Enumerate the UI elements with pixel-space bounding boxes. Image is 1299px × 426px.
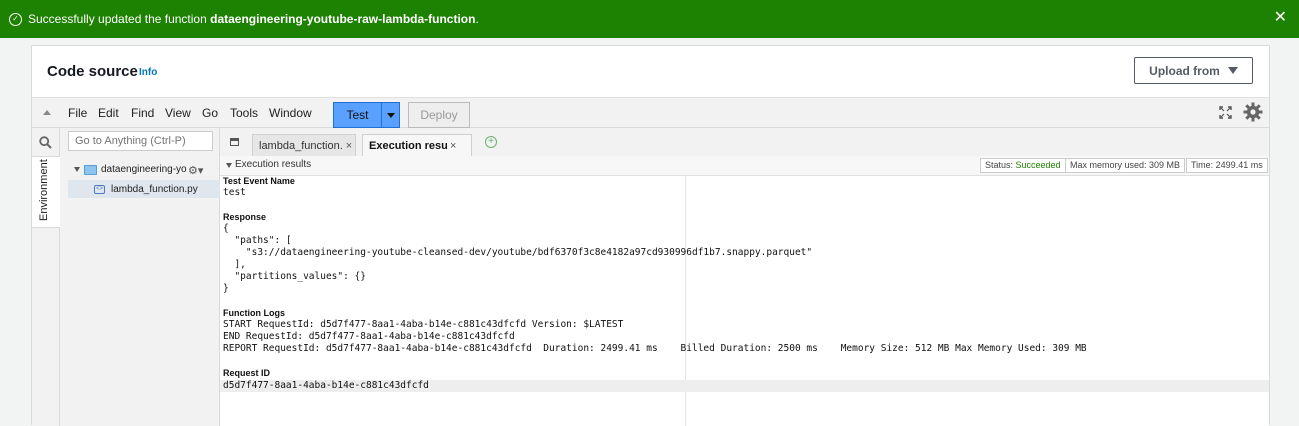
request-id-label: Request ID xyxy=(223,368,271,378)
status-badge: Status: Succeeded xyxy=(980,158,1066,173)
results-header: Execution results Status: Succeeded Max … xyxy=(220,156,1269,176)
log-line: REPORT RequestId: d5d7f477-8aa1-4aba-b14… xyxy=(223,343,1087,354)
test-button-label: Test xyxy=(334,103,382,127)
expand-arrow-icon[interactable] xyxy=(74,167,80,172)
caret-down-icon xyxy=(1227,67,1238,74)
close-tab-icon[interactable]: × xyxy=(450,140,456,152)
fullscreen-icon[interactable] xyxy=(1219,106,1232,119)
banner-message: Successfully updated the function dataen… xyxy=(28,12,479,26)
response-line: "s3://dataengineering-youtube-cleansed-d… xyxy=(223,247,813,258)
folder-name: dataengineering-yo xyxy=(101,164,187,175)
results-body: Test Event Name test Response { "paths":… xyxy=(220,176,1269,426)
caret-down-icon xyxy=(386,112,395,118)
collapse-icon[interactable] xyxy=(43,110,51,115)
menu-view[interactable]: View xyxy=(165,106,191,120)
close-tab-icon[interactable]: × xyxy=(346,140,352,152)
response-line: "partitions_values": {} xyxy=(223,271,366,282)
function-logs-label: Function Logs xyxy=(223,308,285,318)
close-icon[interactable]: ✕ xyxy=(1274,10,1287,26)
file-item[interactable]: <> lambda_function.py xyxy=(68,180,220,198)
tab-lambda-function[interactable]: lambda_function. × xyxy=(252,134,356,156)
ide-menubar: File Edit Find View Go Tools Window Test… xyxy=(32,97,1269,128)
response-label: Response xyxy=(223,212,267,222)
menu-window[interactable]: Window xyxy=(269,106,312,120)
search-icon[interactable] xyxy=(39,136,52,149)
status-label: Status: xyxy=(985,160,1016,170)
add-tab-icon[interactable]: + xyxy=(485,136,497,148)
upload-from-label: Upload from xyxy=(1149,63,1220,78)
test-event-value: test xyxy=(223,187,246,198)
banner-message-suffix: . xyxy=(475,12,479,26)
info-link[interactable]: Info xyxy=(139,67,157,78)
log-line: START RequestId: d5d7f477-8aa1-4aba-b14e… xyxy=(223,319,624,330)
menu-file[interactable]: File xyxy=(68,106,87,120)
max-memory-badge: Max memory used: 309 MB xyxy=(1065,158,1186,173)
editor-tabbar: lambda_function.× Execution results× + xyxy=(220,128,1269,156)
environment-tab-label: Environment xyxy=(38,159,50,221)
tab-label: Execution results xyxy=(369,139,447,152)
menu-find[interactable]: Find xyxy=(131,106,154,120)
page-title: Code source xyxy=(47,63,138,80)
left-rail: Environment xyxy=(32,128,60,426)
panel-header: Code source Info Upload from xyxy=(32,46,1269,97)
test-dropdown[interactable] xyxy=(382,103,399,127)
file-name: lambda_function.py xyxy=(111,183,198,195)
response-line: "paths": [ xyxy=(223,235,292,246)
gear-icon[interactable] xyxy=(1243,102,1263,122)
success-banner: ✓ Successfully updated the function data… xyxy=(0,0,1299,38)
menu-go[interactable]: Go xyxy=(202,106,218,120)
response-line: } xyxy=(223,283,229,294)
banner-message-prefix: Successfully updated the function xyxy=(28,12,211,26)
test-button[interactable]: Test xyxy=(333,102,400,128)
response-line: { xyxy=(223,223,229,234)
tab-execution-results[interactable]: Execution results× xyxy=(362,134,472,156)
code-source-panel: Code source Info Upload from File Edit F… xyxy=(31,45,1270,426)
status-value: Succeeded xyxy=(1015,160,1061,170)
time-badge: Time: 2499.41 ms xyxy=(1186,158,1268,173)
collapse-arrow-icon[interactable] xyxy=(226,163,232,168)
test-event-label: Test Event Name xyxy=(223,176,295,186)
folder-icon xyxy=(84,164,97,175)
goto-anything-input[interactable] xyxy=(68,131,213,151)
menu-tools[interactable]: Tools xyxy=(230,106,258,120)
log-line: END RequestId: d5d7f477-8aa1-4aba-b14e-c… xyxy=(223,331,515,342)
file-explorer: dataengineering-yo ⚙▾ <> lambda_function… xyxy=(60,128,220,426)
request-id-value[interactable]: d5d7f477-8aa1-4aba-b14e-c881c43dfcfd xyxy=(223,380,429,392)
tab-menu-icon[interactable] xyxy=(230,138,239,146)
banner-function-name: dataengineering-youtube-raw-lambda-funct… xyxy=(210,12,476,26)
results-title: Execution results xyxy=(235,159,312,170)
python-file-icon: <> xyxy=(94,184,105,194)
tab-label: lambda_function. xyxy=(259,139,343,152)
folder-settings-icon[interactable]: ⚙▾ xyxy=(188,164,203,177)
deploy-button[interactable]: Deploy xyxy=(408,102,470,128)
environment-tab[interactable]: Environment xyxy=(32,156,60,228)
menu-edit[interactable]: Edit xyxy=(98,106,119,120)
check-circle-icon: ✓ xyxy=(9,12,22,26)
folder-item[interactable]: dataengineering-yo xyxy=(74,164,187,175)
upload-from-button[interactable]: Upload from xyxy=(1134,57,1253,84)
response-line: ], xyxy=(223,259,246,270)
